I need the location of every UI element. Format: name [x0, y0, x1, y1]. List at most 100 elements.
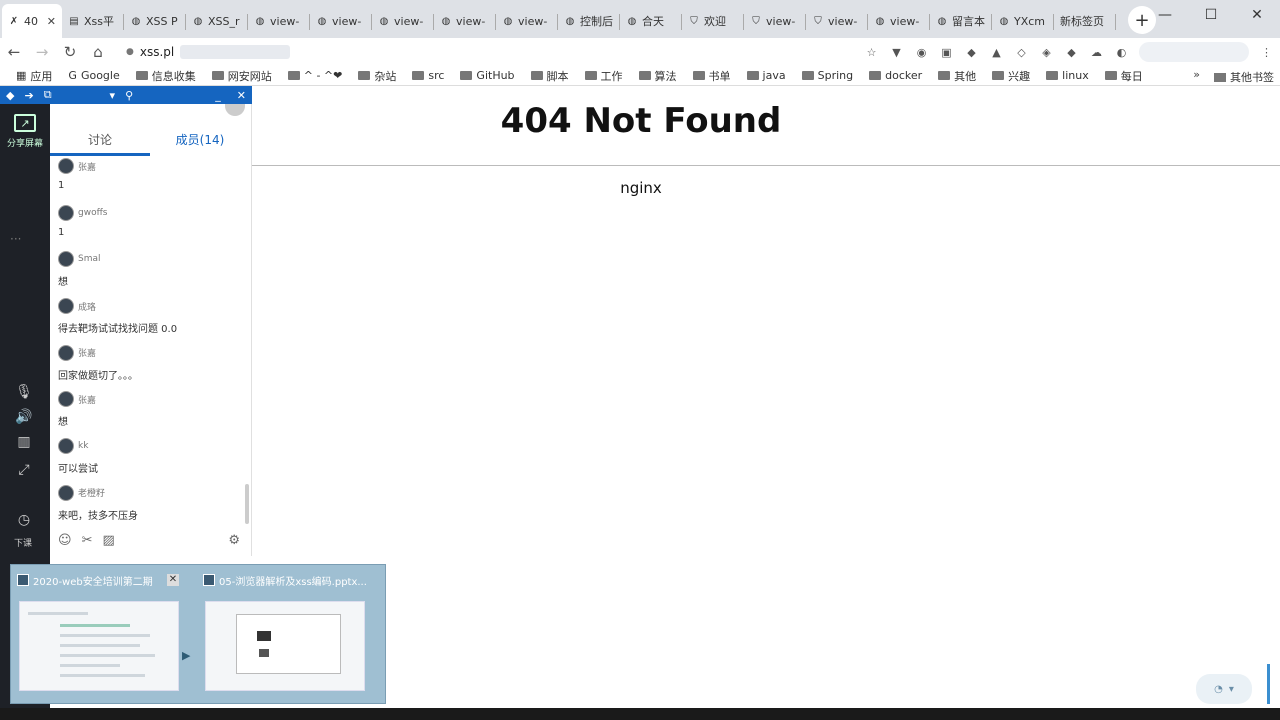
extension-icon[interactable]: ◉	[914, 45, 929, 60]
emoji-icon[interactable]: ☺	[58, 533, 72, 548]
bookmark-item[interactable]: ^ - ^❤	[280, 69, 351, 82]
avatar[interactable]	[58, 158, 74, 174]
avatar[interactable]	[58, 251, 74, 268]
bookmark-item[interactable]: 杂站	[350, 68, 404, 84]
forward-icon[interactable]: →	[34, 43, 50, 61]
browser-tab[interactable]: ▤ Xss平	[62, 4, 124, 38]
avatar[interactable]	[58, 391, 74, 408]
speaker-icon[interactable]: 🔊	[0, 409, 48, 425]
close-icon[interactable]: ✕	[167, 574, 179, 586]
clock-icon[interactable]: ◷	[0, 512, 48, 528]
extension-icon[interactable]: ▲	[989, 45, 1004, 60]
taskbar-preview[interactable]: 05-浏览器解析及xss编码.pptx...	[197, 571, 369, 697]
menu-icon[interactable]: ⋮	[1259, 45, 1274, 60]
bookmark-item[interactable]: G Google	[60, 69, 127, 82]
cloud-icon[interactable]: ☁	[1089, 45, 1104, 60]
browser-tab[interactable]: ◍ view-	[248, 4, 310, 38]
folder-icon	[746, 71, 759, 80]
other-bookmarks[interactable]: 其他书签	[1214, 69, 1274, 85]
browser-tab[interactable]: ✗ 40 ✕	[2, 4, 62, 38]
extension-icon[interactable]: ▼	[889, 45, 904, 60]
browser-tab[interactable]: ◍ 控制后	[558, 4, 620, 38]
extension-icon[interactable]: ◇	[1014, 45, 1029, 60]
home-icon[interactable]: ⌂	[90, 43, 106, 61]
bookmark-item[interactable]: 其他	[930, 68, 984, 84]
image-icon[interactable]: ▨	[102, 533, 114, 548]
avatar[interactable]	[58, 484, 74, 501]
bookmark-item[interactable]: 网安网站	[204, 68, 280, 84]
browser-tab[interactable]: ◍ XSS P	[124, 4, 186, 38]
bookmark-item[interactable]: 每日	[1097, 68, 1151, 84]
browser-tab[interactable]: ⛉ view-	[806, 4, 868, 38]
gear-icon[interactable]: ⚙	[228, 533, 240, 548]
bookmark-star-icon[interactable]: ☆	[864, 45, 879, 60]
extension-icon[interactable]: ◐	[1114, 45, 1129, 60]
scissors-icon[interactable]: ✂	[82, 533, 93, 548]
browser-tab[interactable]: ⛉ 欢迎	[682, 4, 744, 38]
close-icon[interactable]: ✕	[237, 89, 246, 102]
avatar[interactable]	[58, 204, 74, 221]
equalizer-icon[interactable]: ▥	[0, 434, 48, 450]
bookmark-item[interactable]: Spring	[794, 69, 862, 82]
tab-divider	[1115, 14, 1116, 30]
chat-tabs: 讨论 成员(14)	[50, 128, 250, 156]
avatar[interactable]	[58, 344, 74, 361]
browser-tab[interactable]: ◍ 留言本	[930, 4, 992, 38]
arrow-right-icon[interactable]: ➔	[24, 89, 33, 102]
bookmark-item[interactable]: 算法	[631, 68, 685, 84]
extension-icon[interactable]: ◈	[1039, 45, 1054, 60]
extension-icon[interactable]: ▣	[939, 45, 954, 60]
address-bar[interactable]: ● xss.pl	[118, 40, 348, 64]
microphone-icon[interactable]: 🎙	[0, 384, 48, 400]
close-window-icon[interactable]: ✕	[1234, 0, 1280, 30]
side-handle[interactable]	[1267, 664, 1270, 704]
more-icon[interactable]: ···	[10, 232, 21, 246]
bookmark-item[interactable]: ▦ 应用	[8, 68, 60, 84]
bookmark-item[interactable]: 兴趣	[984, 68, 1038, 84]
browser-tab[interactable]: ◍ view-	[310, 4, 372, 38]
bookmark-item[interactable]: 信息收集	[128, 68, 204, 84]
bookmark-item[interactable]: GitHub	[452, 69, 522, 82]
browser-tab[interactable]: ◍ view-	[372, 4, 434, 38]
chat-scrollbar[interactable]	[245, 484, 249, 524]
extension-icon[interactable]: ◆	[1064, 45, 1079, 60]
bookmark-item[interactable]: 脚本	[523, 68, 577, 84]
browser-tab[interactable]: ◍ view-	[434, 4, 496, 38]
bookmark-item[interactable]: docker	[861, 69, 930, 82]
bookmark-item[interactable]: src	[404, 69, 452, 82]
back-icon[interactable]: ←	[6, 43, 22, 61]
browser-tab[interactable]: ◍ view-	[868, 4, 930, 38]
tab-members[interactable]: 成员(14)	[150, 128, 250, 156]
extension-icon[interactable]: ◆	[964, 45, 979, 60]
share-screen-button[interactable]: ↗ 分享屏幕	[0, 114, 50, 149]
pushpin-icon[interactable]: ⚲	[125, 89, 133, 102]
leave-class-label[interactable]: 下课	[0, 536, 46, 549]
bookmark-item[interactable]: linux	[1038, 69, 1097, 82]
browser-tab[interactable]: ◍ YXcm	[992, 4, 1054, 38]
browser-tab[interactable]: 新标签页	[1054, 4, 1116, 38]
close-icon[interactable]: ✕	[47, 15, 56, 28]
minimize-icon[interactable]: _	[215, 89, 221, 102]
minimize-icon[interactable]: —	[1142, 0, 1188, 30]
maximize-icon[interactable]: ☐	[1188, 0, 1234, 30]
bookmark-item[interactable]: 工作	[577, 68, 631, 84]
bookmark-item[interactable]: 书单	[685, 68, 739, 84]
bookmarks-more-button[interactable]: »	[1193, 68, 1200, 81]
site-info-icon[interactable]: ●	[126, 47, 134, 57]
assistant-widget[interactable]: ◔ ▾	[1196, 674, 1252, 704]
avatar[interactable]	[58, 438, 74, 455]
tab-discussion[interactable]: 讨论	[50, 128, 150, 156]
bookmark-item[interactable]: java	[739, 69, 794, 82]
browser-tab[interactable]: ◍ 合天	[620, 4, 682, 38]
browser-tab[interactable]: ◍ XSS_r	[186, 4, 248, 38]
browser-tab[interactable]: ⛉ view-	[744, 4, 806, 38]
fullscreen-icon[interactable]: ⤢	[0, 462, 48, 478]
taskbar-preview[interactable]: 2020-web安全培训第二期 ✕	[11, 571, 183, 697]
pin-icon[interactable]: ◆	[6, 89, 14, 102]
dropdown-icon[interactable]: ▾	[110, 89, 116, 102]
avatar[interactable]	[58, 298, 74, 315]
message-author: 成珞	[58, 296, 246, 315]
browser-tab[interactable]: ◍ view-	[496, 4, 558, 38]
reload-icon[interactable]: ↻	[62, 43, 78, 61]
popout-icon[interactable]: ⧉	[44, 88, 52, 102]
